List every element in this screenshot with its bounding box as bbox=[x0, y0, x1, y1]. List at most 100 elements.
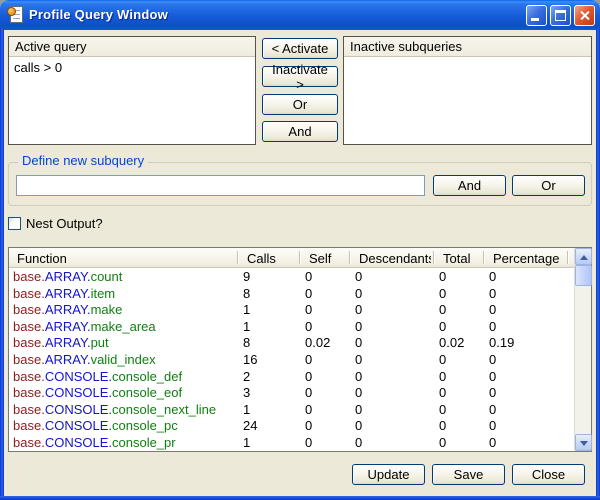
table-cell: 9 bbox=[235, 269, 297, 286]
maximize-icon bbox=[555, 10, 566, 21]
profile-query-window: Profile Query Window Active query calls … bbox=[0, 0, 600, 500]
column-header-function[interactable]: Function bbox=[9, 248, 235, 267]
close-footer-button[interactable]: Close bbox=[512, 464, 585, 485]
function-name: base.CONSOLE.console_next_line bbox=[9, 402, 235, 419]
table-cell bbox=[565, 286, 574, 303]
table-cell: 0 bbox=[347, 286, 431, 303]
table-cell: 0 bbox=[347, 369, 431, 386]
function-name: base.CONSOLE.console_pr bbox=[9, 435, 235, 451]
table-cell: 0.02 bbox=[431, 335, 481, 352]
table-row[interactable]: base.ARRAY.valid_index160000 bbox=[9, 352, 574, 369]
vertical-scrollbar[interactable] bbox=[574, 248, 591, 451]
close-button[interactable] bbox=[574, 5, 595, 26]
table-cell: 0 bbox=[297, 385, 347, 402]
table-cell: 1 bbox=[235, 402, 297, 419]
table-cell: 0 bbox=[347, 352, 431, 369]
table-row[interactable]: base.CONSOLE.console_def20000 bbox=[9, 369, 574, 386]
activate-button[interactable]: < Activate bbox=[262, 38, 338, 59]
table-cell: 0 bbox=[431, 302, 481, 319]
scroll-up-button[interactable] bbox=[575, 248, 592, 265]
table-row[interactable]: base.CONSOLE.console_eof30000 bbox=[9, 385, 574, 402]
column-header-total[interactable]: Total bbox=[431, 248, 481, 267]
table-cell bbox=[565, 302, 574, 319]
table-cell: 3 bbox=[235, 385, 297, 402]
and-transfer-button[interactable]: And bbox=[262, 121, 338, 142]
maximize-button[interactable] bbox=[550, 5, 571, 26]
table-cell: 0 bbox=[431, 269, 481, 286]
table-row[interactable]: base.ARRAY.item80000 bbox=[9, 286, 574, 303]
scroll-down-button[interactable] bbox=[575, 434, 592, 451]
table-cell: 1 bbox=[235, 319, 297, 336]
table-row[interactable]: base.ARRAY.make10000 bbox=[9, 302, 574, 319]
table-cell: 0 bbox=[347, 335, 431, 352]
titlebar[interactable]: Profile Query Window bbox=[0, 0, 600, 30]
table-row[interactable]: base.ARRAY.count90000 bbox=[9, 269, 574, 286]
table-cell: 0 bbox=[481, 286, 565, 303]
arrow-up-icon bbox=[580, 255, 588, 260]
function-name: base.ARRAY.make_area bbox=[9, 319, 235, 336]
table-cell: 0 bbox=[431, 435, 481, 451]
table-cell: 0 bbox=[297, 369, 347, 386]
table-cell: 0 bbox=[481, 369, 565, 386]
or-transfer-button[interactable]: Or bbox=[262, 94, 338, 115]
table-cell: 0 bbox=[347, 269, 431, 286]
minimize-icon bbox=[531, 18, 539, 21]
table-cell: 0 bbox=[481, 302, 565, 319]
inactivate-button[interactable]: Inactivate > bbox=[262, 66, 338, 87]
table-cell bbox=[565, 352, 574, 369]
table-row[interactable]: base.CONSOLE.console_pr10000 bbox=[9, 435, 574, 451]
subquery-or-button[interactable]: Or bbox=[512, 175, 585, 196]
close-icon bbox=[575, 6, 594, 25]
window-title: Profile Query Window bbox=[29, 7, 168, 22]
table-row[interactable]: base.ARRAY.put80.0200.020.19 bbox=[9, 335, 574, 352]
table-cell: 0 bbox=[481, 402, 565, 419]
table-cell: 0 bbox=[297, 319, 347, 336]
table-cell: 0 bbox=[481, 435, 565, 451]
column-header-self[interactable]: Self bbox=[297, 248, 347, 267]
inactive-subqueries-panel[interactable]: Inactive subqueries bbox=[343, 36, 592, 145]
scrollbar-thumb[interactable] bbox=[575, 265, 592, 286]
function-name: base.CONSOLE.console_eof bbox=[9, 385, 235, 402]
inactive-subqueries-header: Inactive subqueries bbox=[344, 37, 591, 57]
table-cell: 8 bbox=[235, 286, 297, 303]
active-query-item[interactable]: calls > 0 bbox=[9, 58, 255, 77]
table-cell: 1 bbox=[235, 302, 297, 319]
update-button[interactable]: Update bbox=[352, 464, 425, 485]
table-cell: 0 bbox=[481, 418, 565, 435]
function-name: base.CONSOLE.console_pc bbox=[9, 418, 235, 435]
subquery-and-button[interactable]: And bbox=[433, 175, 506, 196]
nest-output-row: Nest Output? bbox=[8, 216, 103, 230]
table-cell bbox=[565, 418, 574, 435]
table-cell: 0 bbox=[297, 269, 347, 286]
subquery-input[interactable] bbox=[16, 175, 425, 196]
table-cell: 0 bbox=[431, 319, 481, 336]
save-button[interactable]: Save bbox=[432, 464, 505, 485]
column-header-descendants[interactable]: Descendants bbox=[347, 248, 431, 267]
table-cell: 0 bbox=[347, 418, 431, 435]
inactive-subqueries-list[interactable] bbox=[344, 58, 591, 144]
active-query-list[interactable]: calls > 0 bbox=[9, 58, 255, 144]
table-row[interactable]: base.CONSOLE.console_next_line10000 bbox=[9, 402, 574, 419]
table-cell bbox=[565, 335, 574, 352]
nest-output-checkbox[interactable] bbox=[8, 217, 21, 230]
table-cell: 0 bbox=[297, 352, 347, 369]
table-cell: 0 bbox=[347, 402, 431, 419]
table-cell: 0 bbox=[297, 418, 347, 435]
table-cell: 0 bbox=[347, 319, 431, 336]
table-cell: 2 bbox=[235, 369, 297, 386]
minimize-button[interactable] bbox=[526, 5, 547, 26]
table-row[interactable]: base.ARRAY.make_area10000 bbox=[9, 319, 574, 336]
function-name: base.ARRAY.valid_index bbox=[9, 352, 235, 369]
column-header-percentage[interactable]: Percentage bbox=[481, 248, 565, 267]
table-cell bbox=[565, 402, 574, 419]
active-query-panel[interactable]: Active query calls > 0 bbox=[8, 36, 256, 145]
table-cell: 0 bbox=[431, 352, 481, 369]
column-header-calls[interactable]: Calls bbox=[235, 248, 297, 267]
table-cell: 0 bbox=[431, 402, 481, 419]
table-row[interactable]: base.CONSOLE.console_pc240000 bbox=[9, 418, 574, 435]
table-cell: 0 bbox=[347, 385, 431, 402]
table-cell: 0 bbox=[297, 286, 347, 303]
table-cell: 0.02 bbox=[297, 335, 347, 352]
table-cell bbox=[565, 369, 574, 386]
table-cell: 0 bbox=[297, 402, 347, 419]
